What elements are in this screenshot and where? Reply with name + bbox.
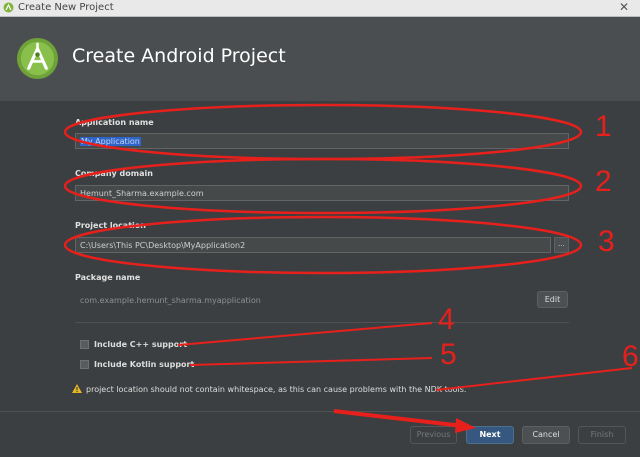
include-kotlin-label: Include Kotlin support — [94, 360, 195, 369]
close-icon[interactable]: ✕ — [616, 0, 632, 15]
application-name-label: Application name — [75, 118, 154, 127]
edit-package-button[interactable]: Edit — [537, 291, 568, 308]
annotation-number-5: 5 — [440, 338, 457, 371]
include-kotlin-checkbox-row[interactable]: Include Kotlin support — [80, 359, 280, 371]
include-kotlin-checkbox[interactable] — [80, 360, 89, 369]
company-domain-label: Company domain — [75, 169, 153, 178]
application-name-value: My Application — [80, 137, 141, 146]
window-title-bar: Create New Project ✕ — [0, 0, 640, 17]
warning-icon — [72, 384, 82, 393]
next-button[interactable]: Next — [466, 426, 514, 444]
annotation-number-6: 6 — [622, 340, 639, 373]
include-cpp-label: Include C++ support — [94, 340, 188, 349]
annotation-number-1: 1 — [595, 110, 612, 143]
annotation-next-arrow — [333, 409, 464, 428]
window-title: Create New Project — [18, 2, 114, 13]
package-name-label: Package name — [75, 273, 141, 282]
android-studio-app-icon — [3, 2, 14, 13]
annotation-number-4: 4 — [438, 303, 455, 336]
annotation-number-3: 3 — [598, 225, 615, 258]
company-domain-input[interactable]: Hemunt_Sharma.example.com — [75, 185, 569, 201]
cancel-button[interactable]: Cancel — [522, 426, 570, 444]
project-location-input[interactable]: C:\Users\This PC\Desktop\MyApplication2 — [75, 237, 551, 253]
dialog-header: Create Android Project — [0, 17, 640, 101]
include-cpp-checkbox[interactable] — [80, 340, 89, 349]
footer-divider — [0, 411, 640, 412]
finish-button[interactable]: Finish — [578, 426, 626, 444]
previous-button[interactable]: Previous — [410, 426, 457, 444]
android-studio-logo-icon — [16, 37, 59, 80]
ndk-warning-text: project location should not contain whit… — [86, 385, 467, 394]
annotation-ellipse-1 — [63, 103, 583, 161]
include-cpp-checkbox-row[interactable]: Include C++ support — [80, 339, 280, 351]
annotation-number-2: 2 — [595, 165, 612, 198]
browse-button[interactable]: ... — [554, 237, 569, 253]
package-name-value: com.example.hemunt_sharma.myapplication — [80, 296, 261, 305]
application-name-input[interactable]: My Application — [75, 133, 569, 149]
page-title: Create Android Project — [72, 45, 286, 67]
section-divider — [75, 322, 569, 323]
project-location-label: Project location — [75, 221, 146, 230]
